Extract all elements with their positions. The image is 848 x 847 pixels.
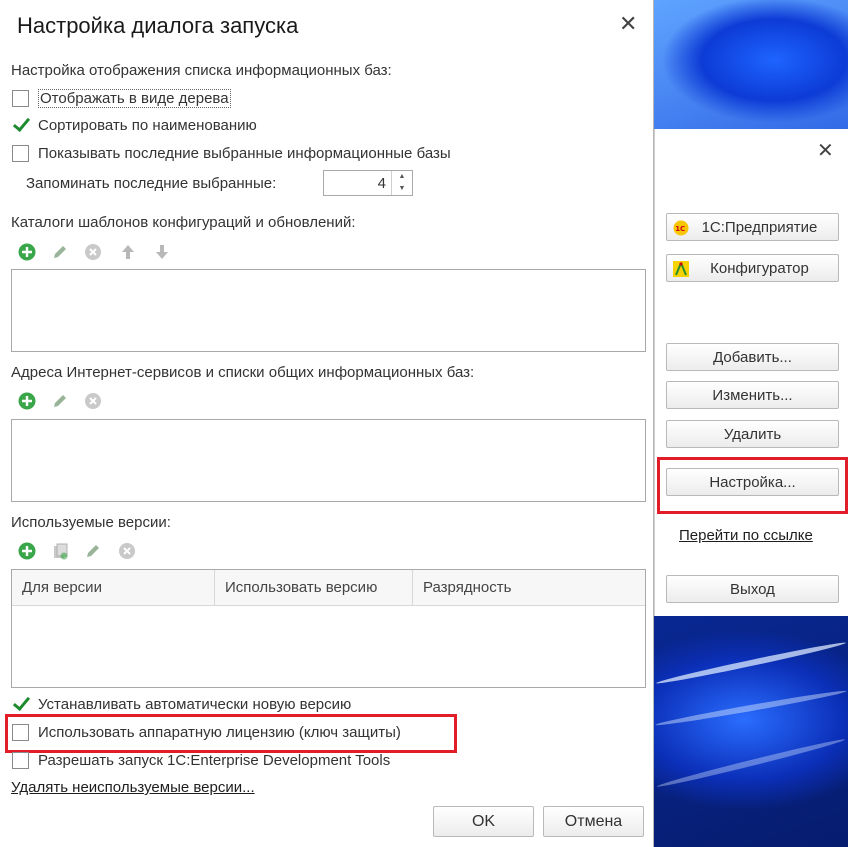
- tree-view-checkbox[interactable]: [12, 90, 29, 107]
- edit-button[interactable]: Изменить...: [666, 381, 839, 409]
- enterprise-button[interactable]: 1С 1С:Предприятие: [666, 213, 839, 241]
- hardware-license-checkbox[interactable]: [12, 724, 29, 741]
- column-bitness[interactable]: Разрядность: [413, 570, 645, 605]
- remove-unused-versions-link[interactable]: Удалять неиспользуемые версии...: [11, 779, 255, 796]
- delete-icon[interactable]: [84, 243, 102, 261]
- auto-install-checkbox[interactable]: [12, 696, 29, 713]
- remember-count-value[interactable]: 4: [378, 175, 386, 192]
- internet-services-list[interactable]: [11, 419, 646, 502]
- sort-by-name-label[interactable]: Сортировать по наименованию: [38, 117, 257, 134]
- edt-launch-checkbox[interactable]: [12, 752, 29, 769]
- add-icon[interactable]: [18, 392, 36, 410]
- dialog-title: Настройка диалога запуска: [17, 13, 299, 38]
- launcher-panel: ✕ 1С 1С:Предприятие Конфигуратор Добавит…: [654, 129, 848, 616]
- delete-button[interactable]: Удалить: [666, 420, 839, 448]
- add-icon[interactable]: [18, 542, 36, 560]
- copy-icon[interactable]: [51, 542, 69, 560]
- edt-launch-label[interactable]: Разрешать запуск 1C:Enterprise Developme…: [38, 752, 390, 769]
- designer-button[interactable]: Конфигуратор: [666, 254, 839, 282]
- designer-label: Конфигуратор: [710, 260, 809, 277]
- add-icon[interactable]: [18, 243, 36, 261]
- add-button[interactable]: Добавить...: [666, 343, 839, 371]
- svg-text:1С: 1С: [675, 225, 685, 233]
- edit-icon[interactable]: [51, 392, 69, 410]
- column-use-version[interactable]: Использовать версию: [215, 570, 413, 605]
- settings-button[interactable]: Настройка...: [666, 468, 839, 496]
- versions-label: Используемые версии:: [11, 514, 171, 531]
- internet-label: Адреса Интернет-сервисов и списки общих …: [11, 364, 475, 381]
- show-recent-checkbox[interactable]: [12, 145, 29, 162]
- remember-label: Запоминать последние выбранные:: [26, 175, 277, 192]
- exit-button[interactable]: Выход: [666, 575, 839, 603]
- designer-compass-icon: [673, 261, 689, 277]
- show-recent-label[interactable]: Показывать последние выбранные информаци…: [38, 145, 451, 162]
- cancel-button[interactable]: Отмена: [543, 806, 644, 837]
- launch-settings-dialog: Настройка диалога запуска ✕ Настройка от…: [0, 0, 654, 847]
- enterprise-logo-icon: 1С: [673, 220, 689, 236]
- versions-table[interactable]: Для версии Использовать версию Разряднос…: [11, 569, 646, 688]
- edit-icon[interactable]: [84, 542, 102, 560]
- edit-icon[interactable]: [51, 243, 69, 261]
- goto-link[interactable]: Перейти по ссылке: [679, 527, 813, 544]
- ok-button[interactable]: OK: [433, 806, 534, 837]
- move-down-icon[interactable]: [153, 243, 171, 261]
- sort-by-name-checkbox[interactable]: [12, 117, 29, 134]
- delete-icon[interactable]: [84, 392, 102, 410]
- templates-list[interactable]: [11, 269, 646, 352]
- stepper-up-icon[interactable]: ▲: [392, 171, 412, 183]
- hardware-license-label[interactable]: Использовать аппаратную лицензию (ключ з…: [38, 724, 401, 741]
- auto-install-label[interactable]: Устанавливать автоматически новую версию: [38, 696, 351, 713]
- launcher-close-icon[interactable]: ✕: [817, 141, 834, 161]
- templates-label: Каталоги шаблонов конфигураций и обновле…: [11, 214, 356, 231]
- remember-count-stepper[interactable]: 4 ▲ ▼: [323, 170, 413, 196]
- delete-icon[interactable]: [118, 542, 136, 560]
- tree-view-label[interactable]: Отображать в виде дерева: [38, 89, 231, 108]
- stepper-down-icon[interactable]: ▼: [392, 183, 412, 195]
- column-for-version[interactable]: Для версии: [12, 570, 215, 605]
- enterprise-label: 1С:Предприятие: [701, 219, 818, 236]
- list-section-label: Настройка отображения списка информацион…: [11, 62, 392, 79]
- close-icon[interactable]: ✕: [619, 13, 637, 35]
- move-up-icon[interactable]: [119, 243, 137, 261]
- versions-table-header: Для версии Использовать версию Разряднос…: [12, 570, 645, 606]
